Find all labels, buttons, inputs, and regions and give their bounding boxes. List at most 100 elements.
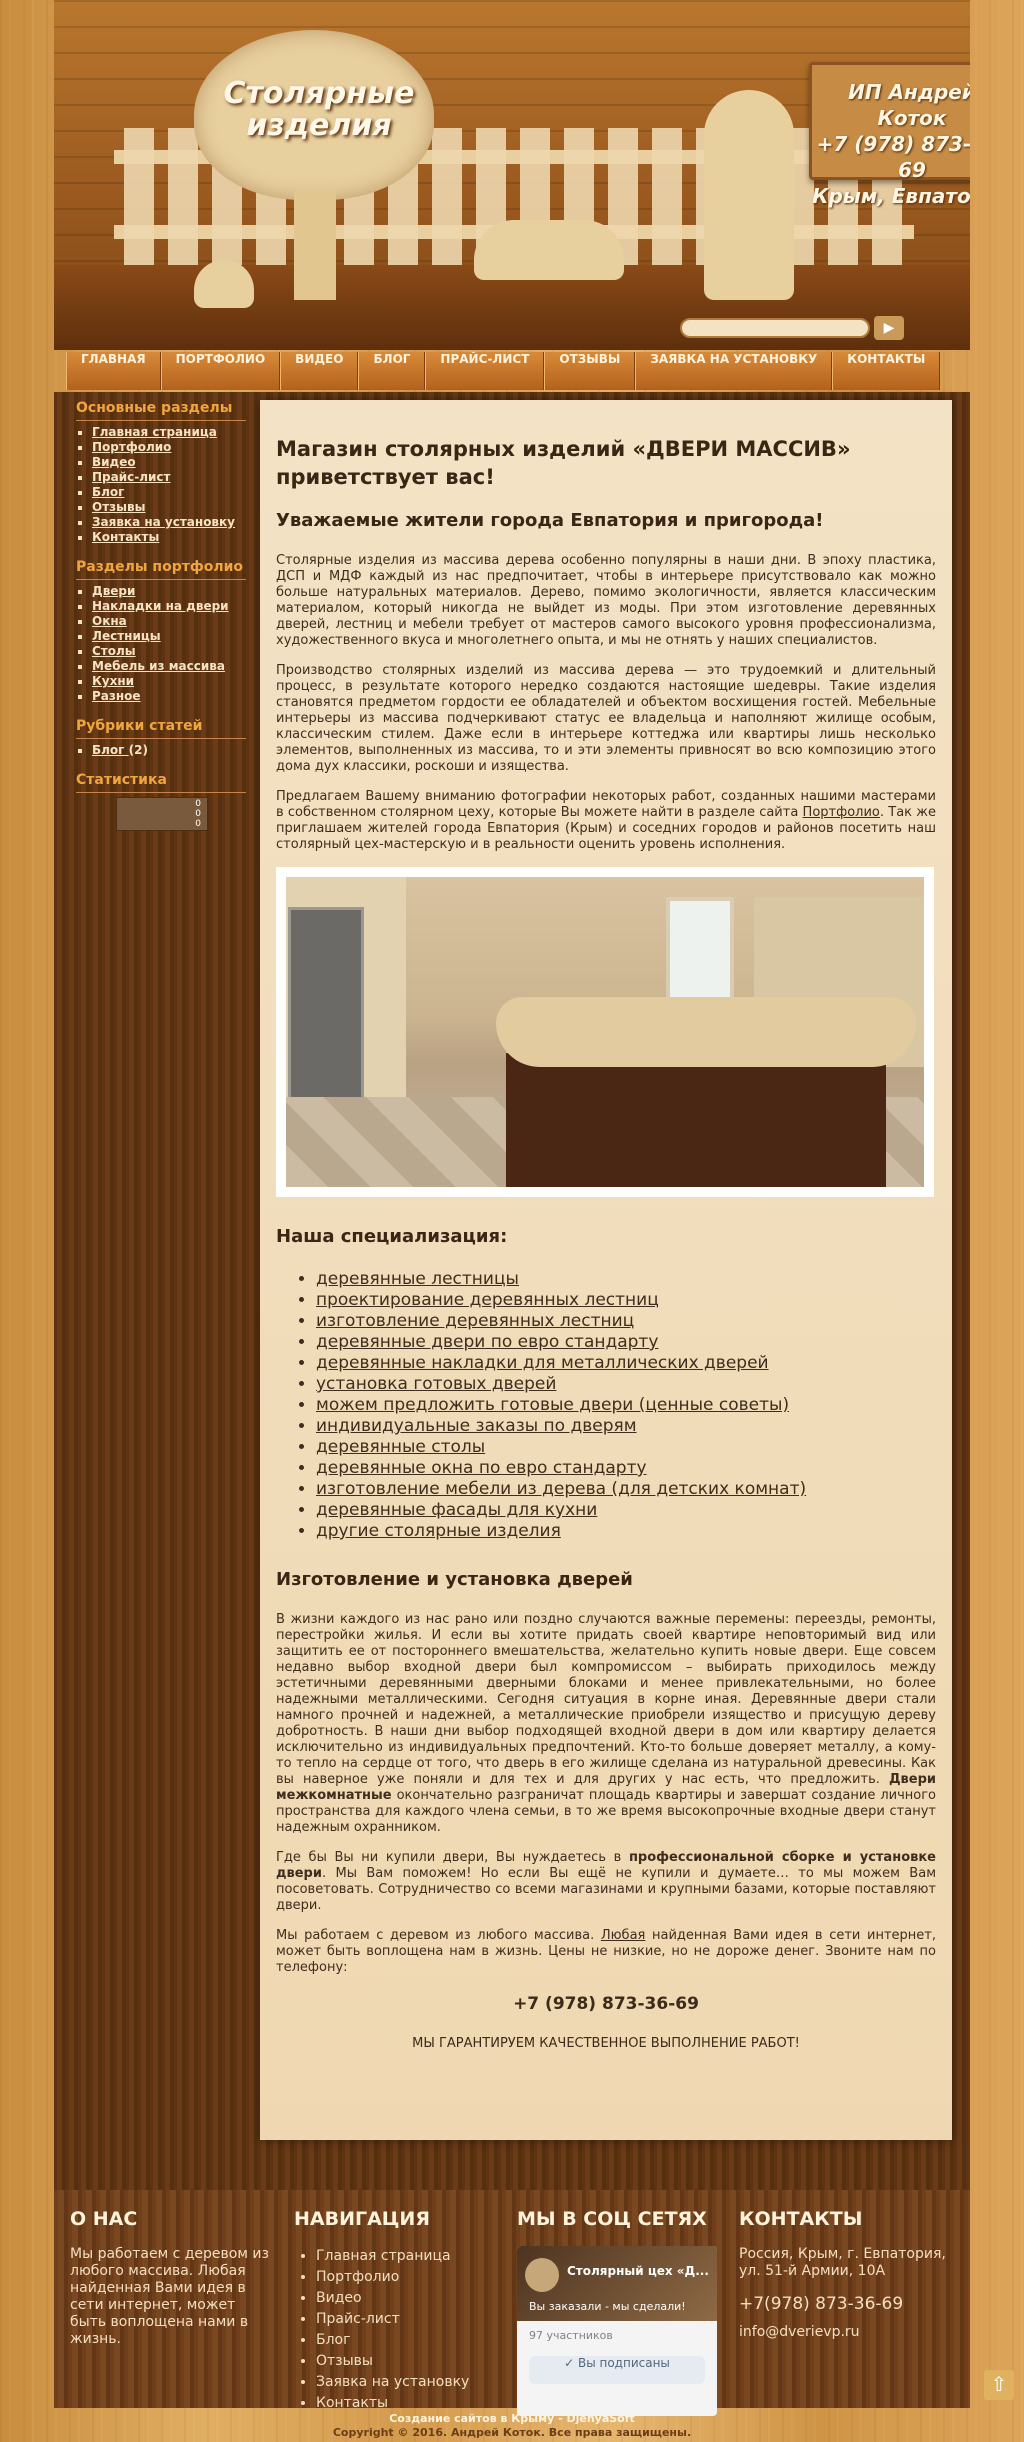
nav-item-portfolio[interactable]: ПОРТФОЛИО xyxy=(160,352,281,390)
footer-email[interactable]: info@dverievp.ru xyxy=(739,2324,949,2341)
nav-item-video[interactable]: ВИДЕО xyxy=(280,352,359,390)
portfolio-link[interactable]: Портфолио xyxy=(803,805,880,820)
developer-credit[interactable]: Создание сайтов в Крыму - DjenyaSoft xyxy=(0,2412,1024,2426)
sidebar-link[interactable]: Прайс-лист xyxy=(92,470,246,485)
guarantee-text: МЫ ГАРАНТИРУЕМ КАЧЕСТВЕННОЕ ВЫПОЛНЕНИЕ Р… xyxy=(412,2036,800,2051)
portfolio-link[interactable]: Двери xyxy=(92,584,246,599)
nav-item-blog[interactable]: БЛОГ xyxy=(358,352,426,390)
nav-item-contacts[interactable]: КОНТАКТЫ xyxy=(832,352,941,390)
footer-about: О НАС Мы работаем с деревом из любого ма… xyxy=(70,2208,270,2348)
footer-nav-link[interactable]: Портфолио xyxy=(316,2267,499,2288)
search-input[interactable] xyxy=(680,318,870,338)
vk-avatar xyxy=(525,2258,559,2292)
footer-nav-link[interactable]: Прайс-лист xyxy=(316,2309,499,2330)
portfolio-link[interactable]: Окна xyxy=(92,614,246,629)
footer-contacts: КОНТАКТЫ Россия, Крым, г. Евпатория, ул.… xyxy=(739,2208,949,2341)
vk-widget[interactable]: Столярный цех «Д... Вы заказали - мы сде… xyxy=(517,2246,717,2416)
intro-paragraph: Столярные изделия из массива дерева особ… xyxy=(276,553,936,648)
site-logo[interactable]: Столярные изделия xyxy=(204,78,434,141)
footer-nav: НАВИГАЦИЯ Главная страница Портфолио Вид… xyxy=(294,2208,499,2414)
specialization-link[interactable]: деревянные окна по евро стандарту xyxy=(316,1458,936,1479)
sidebar-link[interactable]: Заявка на установку xyxy=(92,515,246,530)
wood-paragraph: Мы работаем с деревом из любого массива.… xyxy=(276,1928,936,1975)
specialization-link[interactable]: индивидуальные заказы по дверям xyxy=(316,1416,936,1437)
specialization-link[interactable]: изготовление деревянных лестниц xyxy=(316,1311,936,1332)
install-paragraph: Где бы Вы ни купили двери, Вы нуждаетесь… xyxy=(276,1850,936,1913)
footer-nav-link[interactable]: Блог xyxy=(316,2330,499,2351)
footer-nav-link[interactable]: Заявка на установку xyxy=(316,2372,499,2393)
sidebar-link[interactable]: Отзывы xyxy=(92,500,246,515)
sidebar-link[interactable]: Видео xyxy=(92,455,246,470)
vk-group-name[interactable]: Столярный цех «Д... xyxy=(567,2264,709,2278)
sidebar-portfolio-title: Разделы портфолио xyxy=(76,559,246,580)
specialization-link[interactable]: деревянные фасады для кухни xyxy=(316,1500,936,1521)
counter-value: 0 xyxy=(195,819,201,829)
specialization-link[interactable]: можем предложить готовые двери (ценные с… xyxy=(316,1395,936,1416)
arrow-right-icon: ▶ xyxy=(883,320,895,336)
footer-nav-link[interactable]: Видео xyxy=(316,2288,499,2309)
footer-nav-link[interactable]: Контакты xyxy=(316,2393,499,2414)
specialization-list: деревянные лестницы проектирование дерев… xyxy=(276,1269,936,1542)
sidebar-main-title: Основные разделы xyxy=(76,400,246,421)
footer-contacts-title: КОНТАКТЫ xyxy=(739,2208,863,2230)
copyright-text: Copyright © 2016. Андрей Коток. Все прав… xyxy=(332,2426,692,2439)
vk-group-status: Вы заказали - мы сделали! xyxy=(529,2300,686,2313)
portfolio-link[interactable]: Разное xyxy=(92,689,246,704)
specialization-link[interactable]: деревянные столы xyxy=(316,1437,936,1458)
portfolio-link[interactable]: Кухни xyxy=(92,674,246,689)
footer-about-text: Мы работаем с деревом из любого массива.… xyxy=(70,2246,269,2347)
sidebar-link[interactable]: Портфолио xyxy=(92,440,246,455)
stats-counter[interactable]: 0 0 0 xyxy=(116,797,208,831)
scroll-top-button[interactable]: ⇧ xyxy=(984,2370,1014,2400)
rubric-link[interactable]: Блог (2) xyxy=(92,743,246,758)
search-button[interactable]: ▶ xyxy=(874,316,904,340)
vk-members: 97 участников xyxy=(529,2329,613,2342)
specialization-link[interactable]: деревянные двери по евро стандарту xyxy=(316,1332,936,1353)
owner-name: ИП Андрей Коток xyxy=(848,80,970,130)
nav-item-install-request[interactable]: ЗАЯВКА НА УСТАНОВКУ xyxy=(635,352,833,390)
specialization-link[interactable]: проектирование деревянных лестниц xyxy=(316,1290,936,1311)
footer-phone[interactable]: +7(978) 873-36-69 xyxy=(739,2294,949,2314)
nav-item-pricelist[interactable]: ПРАЙС-ЛИСТ xyxy=(425,352,545,390)
main-content: Магазин столярных изделий «ДВЕРИ МАССИВ»… xyxy=(260,400,952,2140)
specialization-link[interactable]: деревянные лестницы xyxy=(316,1269,936,1290)
header-contact-sign: ИП Андрей Коток +7 (978) 873-36-69 Крым,… xyxy=(809,62,970,208)
specialization-link[interactable]: деревянные накладки для металлических дв… xyxy=(316,1353,936,1374)
sidebar-link[interactable]: Главная страница xyxy=(92,425,246,440)
kitchen-photo xyxy=(276,867,934,1197)
footer-nav-link[interactable]: Главная страница xyxy=(316,2246,499,2267)
sidebar: Основные разделы Главная страница Портфо… xyxy=(76,400,246,831)
sidebar-link[interactable]: Блог xyxy=(92,485,246,500)
sidebar-stats-title: Статистика xyxy=(76,772,246,793)
portfolio-link[interactable]: Мебель из массива xyxy=(92,659,246,674)
specialization-link[interactable]: другие столярные изделия xyxy=(316,1521,936,1542)
main-nav: ГЛАВНАЯ ПОРТФОЛИО ВИДЕО БЛОГ ПРАЙС-ЛИСТ … xyxy=(66,352,941,392)
specialization-title: Наша специализация: xyxy=(276,1226,508,1247)
specialization-link[interactable]: установка готовых дверей xyxy=(316,1374,936,1395)
idea-link[interactable]: Любая xyxy=(601,1928,646,1943)
production-paragraph: Производство столярных изделий из массив… xyxy=(276,663,936,774)
sidebar-rubric-title: Рубрики статей xyxy=(76,718,246,739)
portfolio-link[interactable]: Лестницы xyxy=(92,629,246,644)
counter-value: 0 xyxy=(195,799,201,809)
footer-about-title: О НАС xyxy=(70,2208,138,2230)
doors-paragraph: В жизни каждого из нас рано или поздно с… xyxy=(276,1612,936,1835)
portfolio-link[interactable]: Столы xyxy=(92,644,246,659)
vk-subscribe-button[interactable]: ✓ Вы подписаны xyxy=(529,2356,705,2384)
nav-item-home[interactable]: ГЛАВНАЯ xyxy=(66,352,161,390)
footer-nav-link[interactable]: Отзывы xyxy=(316,2351,499,2372)
sidebar-portfolio-list: Двери Накладки на двери Окна Лестницы Ст… xyxy=(76,584,246,704)
portfolio-link[interactable]: Накладки на двери xyxy=(92,599,246,614)
content-phone[interactable]: +7 (978) 873-36-69 xyxy=(276,1994,936,2014)
specialization-link[interactable]: изготовление мебели из дерева (для детск… xyxy=(316,1479,936,1500)
sidebar-main-list: Главная страница Портфолио Видео Прайс-л… xyxy=(76,425,246,545)
sidebar-rubric-list: Блог (2) xyxy=(76,743,246,758)
page-title: Магазин столярных изделий «ДВЕРИ МАССИВ»… xyxy=(276,437,851,489)
nav-item-reviews[interactable]: ОТЗЫВЫ xyxy=(544,352,636,390)
sidebar-link[interactable]: Контакты xyxy=(92,530,246,545)
footer-social-title: МЫ В СОЦ СЕТЯХ xyxy=(517,2208,707,2230)
footer-nav-title: НАВИГАЦИЯ xyxy=(294,2208,430,2230)
counter-value: 0 xyxy=(195,809,201,819)
dog-figure xyxy=(474,220,624,280)
footer-address: Россия, Крым, г. Евпатория, ул. 51-й Арм… xyxy=(739,2246,946,2279)
